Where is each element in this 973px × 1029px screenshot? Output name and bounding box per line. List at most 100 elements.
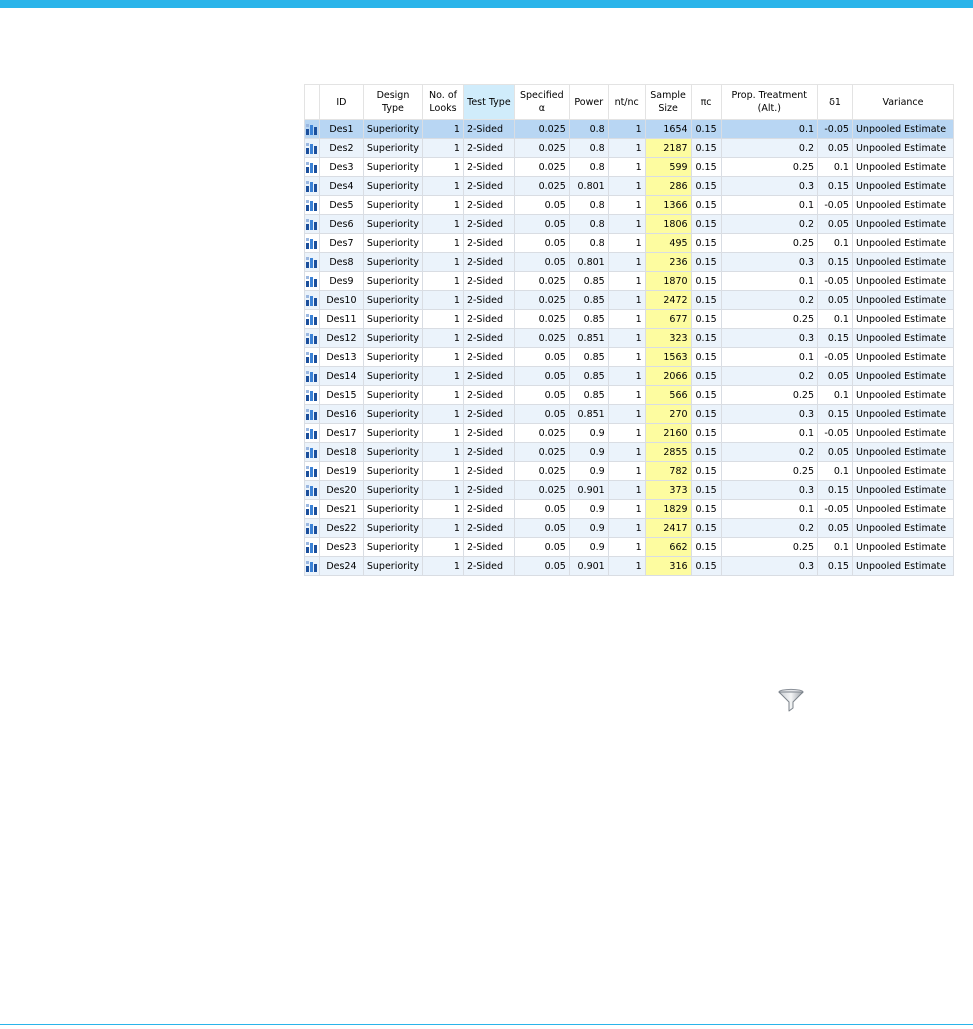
row-icon-cell[interactable] bbox=[304, 328, 320, 348]
cell-delta1[interactable]: 0.1 bbox=[817, 385, 853, 405]
cell-delta1[interactable]: 0.1 bbox=[817, 309, 853, 329]
cell-test-type[interactable]: 2-Sided bbox=[462, 119, 515, 139]
row-icon-cell[interactable] bbox=[304, 157, 320, 177]
cell-prop-treatment[interactable]: 0.1 bbox=[720, 347, 819, 367]
cell-design-type[interactable]: Superiority bbox=[362, 366, 424, 386]
cell-sample-size[interactable]: 1366 bbox=[644, 195, 692, 215]
cell-looks[interactable]: 1 bbox=[422, 328, 464, 348]
cell-looks[interactable]: 1 bbox=[422, 366, 464, 386]
cell-test-type[interactable]: 2-Sided bbox=[462, 328, 515, 348]
cell-design-type[interactable]: Superiority bbox=[362, 157, 424, 177]
col-header-variance[interactable]: Variance bbox=[851, 84, 954, 120]
cell-looks[interactable]: 1 bbox=[422, 537, 464, 557]
cell-id[interactable]: Des5 bbox=[318, 195, 364, 215]
table-row[interactable]: Des13 Superiority 1 2-Sided 0.05 0.85 1 1563 0.1… bbox=[304, 347, 954, 367]
row-icon-cell[interactable] bbox=[304, 309, 320, 329]
cell-variance[interactable]: Unpooled Estimate bbox=[851, 442, 954, 462]
cell-ratio[interactable]: 1 bbox=[607, 176, 646, 196]
cell-prop-treatment[interactable]: 0.1 bbox=[720, 423, 819, 443]
table-row[interactable]: Des8 Superiority 1 2-Sided 0.05 0.801 1 236 0.15… bbox=[304, 252, 954, 272]
cell-ratio[interactable]: 1 bbox=[607, 290, 646, 310]
cell-alpha[interactable]: 0.025 bbox=[513, 328, 570, 348]
cell-power[interactable]: 0.9 bbox=[568, 442, 609, 462]
row-icon-cell[interactable] bbox=[304, 499, 320, 519]
cell-power[interactable]: 0.85 bbox=[568, 347, 609, 367]
cell-prop-treatment[interactable]: 0.2 bbox=[720, 290, 819, 310]
col-header-power[interactable]: Power bbox=[568, 84, 609, 120]
col-header-icon[interactable] bbox=[304, 84, 320, 120]
cell-pi-c[interactable]: 0.15 bbox=[690, 233, 722, 253]
cell-alpha[interactable]: 0.05 bbox=[513, 499, 570, 519]
cell-ratio[interactable]: 1 bbox=[607, 157, 646, 177]
row-icon-cell[interactable] bbox=[304, 556, 320, 576]
table-row[interactable]: Des5 Superiority 1 2-Sided 0.05 0.8 1 1366 0.15 0… bbox=[304, 195, 954, 215]
cell-sample-size[interactable]: 1654 bbox=[644, 119, 692, 139]
cell-ratio[interactable]: 1 bbox=[607, 461, 646, 481]
cell-test-type[interactable]: 2-Sided bbox=[462, 556, 515, 576]
cell-alpha[interactable]: 0.05 bbox=[513, 252, 570, 272]
cell-variance[interactable]: Unpooled Estimate bbox=[851, 157, 954, 177]
cell-delta1[interactable]: 0.05 bbox=[817, 290, 853, 310]
cell-delta1[interactable]: 0.15 bbox=[817, 404, 853, 424]
cell-pi-c[interactable]: 0.15 bbox=[690, 518, 722, 538]
cell-variance[interactable]: Unpooled Estimate bbox=[851, 119, 954, 139]
cell-prop-treatment[interactable]: 0.1 bbox=[720, 271, 819, 291]
table-row[interactable]: Des4 Superiority 1 2-Sided 0.025 0.801 1 286 0.1… bbox=[304, 176, 954, 196]
cell-design-type[interactable]: Superiority bbox=[362, 347, 424, 367]
row-icon-cell[interactable] bbox=[304, 423, 320, 443]
cell-variance[interactable]: Unpooled Estimate bbox=[851, 556, 954, 576]
cell-test-type[interactable]: 2-Sided bbox=[462, 157, 515, 177]
cell-variance[interactable]: Unpooled Estimate bbox=[851, 138, 954, 158]
cell-ratio[interactable]: 1 bbox=[607, 309, 646, 329]
row-icon-cell[interactable] bbox=[304, 119, 320, 139]
cell-looks[interactable]: 1 bbox=[422, 404, 464, 424]
cell-ratio[interactable]: 1 bbox=[607, 214, 646, 234]
cell-alpha[interactable]: 0.025 bbox=[513, 290, 570, 310]
cell-looks[interactable]: 1 bbox=[422, 480, 464, 500]
cell-ratio[interactable]: 1 bbox=[607, 366, 646, 386]
cell-id[interactable]: Des15 bbox=[318, 385, 364, 405]
cell-looks[interactable]: 1 bbox=[422, 119, 464, 139]
cell-alpha[interactable]: 0.05 bbox=[513, 404, 570, 424]
table-row[interactable]: Des2 Superiority 1 2-Sided 0.025 0.8 1 2187 0.15… bbox=[304, 138, 954, 158]
table-row[interactable]: Des7 Superiority 1 2-Sided 0.05 0.8 1 495 0.15 0.… bbox=[304, 233, 954, 253]
cell-variance[interactable]: Unpooled Estimate bbox=[851, 309, 954, 329]
cell-prop-treatment[interactable]: 0.2 bbox=[720, 138, 819, 158]
cell-sample-size[interactable]: 677 bbox=[644, 309, 692, 329]
cell-id[interactable]: Des12 bbox=[318, 328, 364, 348]
cell-delta1[interactable]: 0.1 bbox=[817, 233, 853, 253]
cell-sample-size[interactable]: 1829 bbox=[644, 499, 692, 519]
cell-power[interactable]: 0.8 bbox=[568, 157, 609, 177]
cell-alpha[interactable]: 0.05 bbox=[513, 347, 570, 367]
cell-design-type[interactable]: Superiority bbox=[362, 537, 424, 557]
cell-alpha[interactable]: 0.05 bbox=[513, 366, 570, 386]
cell-pi-c[interactable]: 0.15 bbox=[690, 138, 722, 158]
table-row[interactable]: Des12 Superiority 1 2-Sided 0.025 0.851 1 323 0.… bbox=[304, 328, 954, 348]
cell-test-type[interactable]: 2-Sided bbox=[462, 138, 515, 158]
cell-looks[interactable]: 1 bbox=[422, 252, 464, 272]
cell-variance[interactable]: Unpooled Estimate bbox=[851, 480, 954, 500]
table-row[interactable]: Des14 Superiority 1 2-Sided 0.05 0.85 1 2066 0.1… bbox=[304, 366, 954, 386]
cell-alpha[interactable]: 0.05 bbox=[513, 518, 570, 538]
cell-test-type[interactable]: 2-Sided bbox=[462, 461, 515, 481]
cell-id[interactable]: Des1 bbox=[318, 119, 364, 139]
cell-id[interactable]: Des16 bbox=[318, 404, 364, 424]
cell-looks[interactable]: 1 bbox=[422, 518, 464, 538]
cell-design-type[interactable]: Superiority bbox=[362, 138, 424, 158]
cell-test-type[interactable]: 2-Sided bbox=[462, 347, 515, 367]
cell-test-type[interactable]: 2-Sided bbox=[462, 518, 515, 538]
cell-prop-treatment[interactable]: 0.25 bbox=[720, 461, 819, 481]
cell-test-type[interactable]: 2-Sided bbox=[462, 385, 515, 405]
cell-id[interactable]: Des6 bbox=[318, 214, 364, 234]
cell-power[interactable]: 0.85 bbox=[568, 290, 609, 310]
cell-sample-size[interactable]: 270 bbox=[644, 404, 692, 424]
cell-prop-treatment[interactable]: 0.2 bbox=[720, 442, 819, 462]
cell-test-type[interactable]: 2-Sided bbox=[462, 271, 515, 291]
cell-alpha[interactable]: 0.025 bbox=[513, 309, 570, 329]
cell-looks[interactable]: 1 bbox=[422, 176, 464, 196]
cell-test-type[interactable]: 2-Sided bbox=[462, 195, 515, 215]
row-icon-cell[interactable] bbox=[304, 214, 320, 234]
cell-looks[interactable]: 1 bbox=[422, 157, 464, 177]
cell-alpha[interactable]: 0.025 bbox=[513, 138, 570, 158]
table-row[interactable]: Des16 Superiority 1 2-Sided 0.05 0.851 1 270 0.1… bbox=[304, 404, 954, 424]
